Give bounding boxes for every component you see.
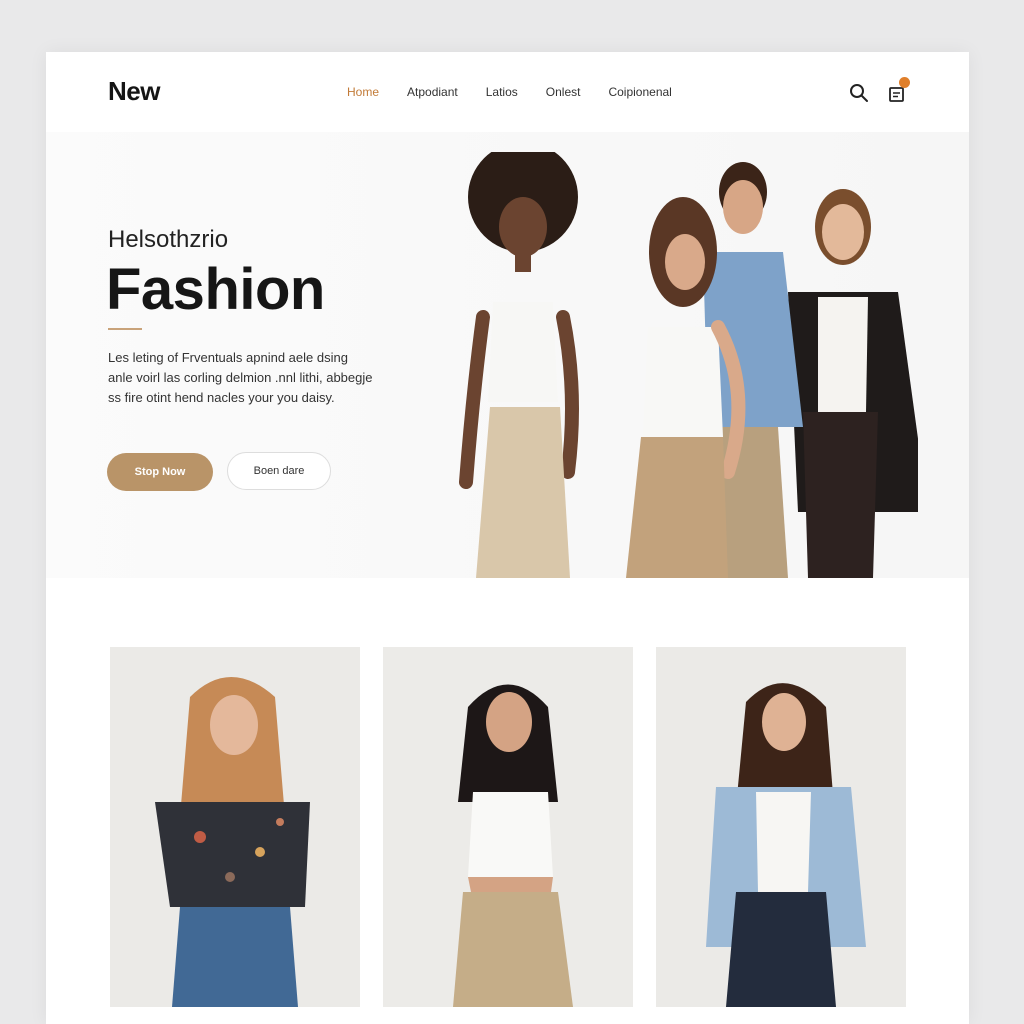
product-image-white-tank	[383, 647, 633, 1007]
product-image-floral-top	[110, 647, 360, 1007]
product-card-2[interactable]	[383, 647, 633, 1007]
main-nav: Home Atpodiant Latios Onlest Coipionenal	[347, 85, 700, 99]
hero-models-image	[459, 152, 918, 578]
hero-description: Les leting of Frventuals apnind aele dsi…	[108, 350, 373, 405]
nav-item-5[interactable]: Coipionenal	[608, 85, 671, 99]
nav-item-3[interactable]: Latios	[486, 85, 518, 99]
cart-badge	[899, 77, 910, 88]
search-icon	[850, 84, 868, 102]
product-card-3[interactable]	[656, 647, 906, 1007]
model-1	[459, 152, 579, 578]
nav-item-home[interactable]: Home	[347, 85, 379, 99]
site-header: New Home Atpodiant Latios Onlest Coipion…	[46, 52, 969, 132]
product-image-blue-blazer	[656, 647, 906, 1007]
cart-button[interactable]	[886, 77, 910, 104]
nav-item-4[interactable]: Onlest	[546, 85, 581, 99]
hero-subtitle: Helsothzrio	[108, 226, 229, 253]
page: New Home Atpodiant Latios Onlest Coipion…	[46, 52, 969, 1024]
hero-title: Fashion	[106, 257, 325, 322]
secondary-cta-button[interactable]: Boen dare	[227, 452, 331, 490]
hero-divider	[108, 328, 142, 330]
search-button[interactable]	[848, 82, 870, 104]
brand-logo[interactable]: New	[108, 76, 160, 107]
shop-now-button[interactable]: Stop Now	[107, 453, 213, 491]
model-4	[788, 189, 918, 578]
product-card-1[interactable]	[110, 647, 360, 1007]
nav-item-2[interactable]: Atpodiant	[407, 85, 458, 99]
hero-section: Helsothzrio Fashion Les leting of Frvent…	[46, 132, 969, 578]
